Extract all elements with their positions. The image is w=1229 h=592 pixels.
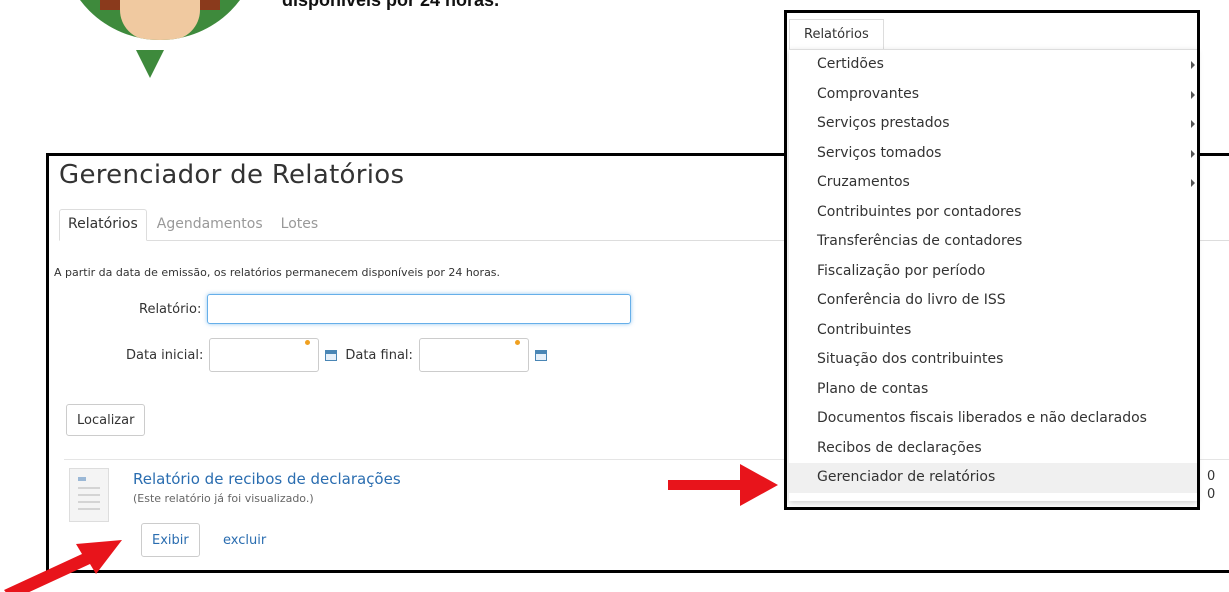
edge-digit: 0 — [1207, 469, 1216, 484]
menu-item-label: Serviços tomados — [817, 144, 942, 161]
calendar-icon[interactable] — [534, 349, 547, 361]
menu-item[interactable]: Transferências de contadores — [789, 227, 1197, 257]
tab-agendamentos[interactable]: Agendamentos — [149, 210, 271, 240]
start-date-wrap — [209, 338, 320, 372]
tab-relatorios[interactable]: Relatórios — [59, 209, 147, 241]
menu-item[interactable]: Serviços prestados — [789, 109, 1197, 139]
delete-link[interactable]: excluir — [223, 533, 266, 548]
search-button[interactable]: Localizar — [66, 404, 146, 436]
menu-item[interactable]: Recibos de declarações — [789, 434, 1197, 464]
menu-item-label: Comprovantes — [817, 85, 920, 102]
menu-item[interactable]: Contribuintes — [789, 316, 1197, 346]
menu-item[interactable]: Cruzamentos — [789, 168, 1197, 198]
avatar-pointer-icon — [136, 50, 164, 78]
show-button[interactable]: Exibir — [141, 523, 200, 557]
edge-digit: 0 — [1207, 487, 1216, 502]
menu-item[interactable]: Plano de contas — [789, 375, 1197, 405]
menu-header-tab[interactable]: Relatórios — [789, 19, 884, 50]
menu-item-label: Serviços prestados — [817, 115, 950, 131]
submenu-arrow-icon — [1191, 90, 1195, 99]
info-text: A partir da data de emissão, os relatóri… — [54, 266, 501, 279]
menu-item[interactable]: Situação dos contribuintes — [789, 345, 1197, 375]
menu-item-label: Plano de contas — [817, 380, 929, 397]
submenu-arrow-icon — [1191, 149, 1195, 158]
end-date-label: Data final: — [345, 347, 413, 363]
top-caption: disponíveis por 24 horas. — [282, 0, 500, 10]
avatar-face — [120, 0, 200, 40]
menu-item-label: Contribuintes — [817, 321, 912, 338]
calendar-icon[interactable] — [325, 349, 338, 361]
end-date-wrap — [418, 338, 529, 372]
report-row: Relatório: — [139, 294, 632, 324]
menu-item-label: Situação dos contribuintes — [817, 351, 1004, 367]
menu-item-label: Certidões — [817, 56, 884, 72]
reports-menu: Relatórios Certidões Comprovantes Serviços… — [784, 10, 1200, 510]
report-link[interactable]: Relatório de recibos de declarações — [133, 470, 401, 488]
arrow-to-show-button-icon — [4, 540, 122, 592]
submenu-arrow-icon — [1191, 120, 1195, 128]
menu-item-label: Documentos fiscais liberados e não decla… — [817, 410, 1147, 426]
menu-item-label: Recibos de declarações — [817, 439, 982, 456]
report-input[interactable] — [207, 294, 632, 324]
menu-item[interactable]: Conferência do livro de ISS — [789, 286, 1197, 316]
menu-list: Certidões Comprovantes Serviços prestados S… — [789, 49, 1197, 501]
tab-lotes[interactable]: Lotes — [273, 210, 327, 240]
menu-item[interactable]: Contribuintes por contadores — [789, 198, 1197, 228]
end-date-input[interactable] — [418, 338, 529, 372]
report-status: (Este relatório já foi visualizado.) — [133, 492, 314, 505]
submenu-arrow-icon — [1191, 61, 1195, 69]
menu-item-label: Fiscalização por período — [817, 262, 986, 279]
date-row: Data inicial: Data final: — [126, 338, 547, 372]
menu-item[interactable]: Serviços tomados — [789, 139, 1197, 169]
menu-item[interactable]: Gerenciador de relatórios — [789, 463, 1197, 493]
report-label: Relatório: — [139, 301, 202, 317]
menu-item-label: Conferência do livro de ISS — [817, 292, 1006, 308]
menu-item[interactable]: Comprovantes — [789, 80, 1197, 110]
document-icon — [69, 468, 109, 522]
menu-item[interactable]: Documentos fiscais liberados e não decla… — [789, 404, 1197, 434]
arrow-to-menu-icon — [668, 464, 778, 506]
menu-item-label: Gerenciador de relatórios — [817, 469, 996, 485]
menu-item-label: Contribuintes por contadores — [817, 203, 1022, 220]
edge-digits: 0 0 — [1207, 468, 1215, 504]
menu-item[interactable]: Certidões — [789, 50, 1197, 80]
start-date-label: Data inicial: — [126, 347, 204, 363]
start-date-input[interactable] — [209, 338, 320, 372]
page-title: Gerenciador de Relatórios — [59, 160, 405, 190]
menu-item-label: Transferências de contadores — [817, 233, 1023, 249]
hint-pin-icon — [514, 340, 520, 345]
menu-item[interactable]: Fiscalização por período — [789, 257, 1197, 287]
avatar — [0, 0, 260, 90]
submenu-arrow-icon — [1191, 179, 1195, 187]
avatar-image — [60, 0, 260, 40]
menu-item-label: Cruzamentos — [817, 174, 910, 190]
